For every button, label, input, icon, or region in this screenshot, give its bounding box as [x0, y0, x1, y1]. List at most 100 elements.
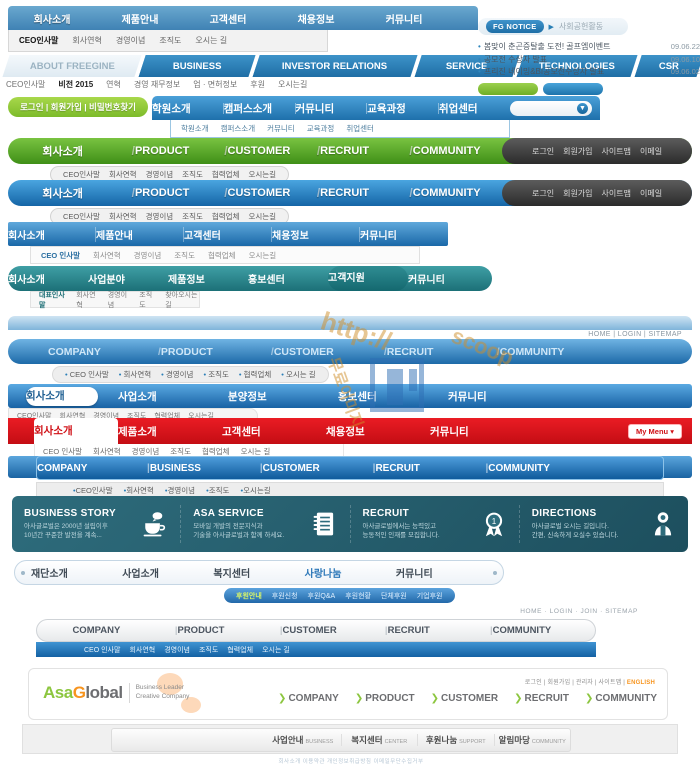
submenu-item[interactable]: 경영이념 — [134, 250, 162, 261]
utility-link[interactable]: 회원가입 — [563, 188, 592, 199]
nav-item[interactable]: 회사소개 — [8, 11, 96, 26]
nav-item[interactable]: COMMUNITY — [500, 346, 610, 358]
nav-item[interactable]: 커뮤니티 — [295, 101, 366, 116]
nav-item[interactable]: ❯ RECRUIT — [514, 693, 569, 704]
nav-item[interactable]: PRODUCT — [135, 187, 224, 199]
submenu-item[interactable]: 조직도 — [139, 290, 156, 310]
nav-item[interactable]: 재단소개 — [31, 565, 122, 580]
nav-item[interactable]: 회사소개 — [42, 185, 131, 201]
submenu-item[interactable]: 커뮤니티 — [267, 123, 295, 134]
nav-item[interactable]: PRODUCT — [177, 625, 279, 636]
submenu-item[interactable]: 오시는길 — [243, 486, 271, 495]
feature-cell-business-story[interactable]: BUSINESS STORY 아사글로벌은 2000년 설립이후 10년간 꾸준… — [12, 505, 182, 543]
utility-link[interactable]: 로그인 — [525, 680, 542, 686]
select-dropdown[interactable]: ▼ — [509, 100, 593, 116]
tab-center[interactable]: 복지센터 CENTER — [342, 734, 418, 746]
submenu-item[interactable]: 오시는 길 — [195, 35, 227, 46]
nav-item[interactable]: 분양정보 — [228, 389, 338, 404]
nav-item[interactable]: 커뮤니티 — [396, 565, 487, 580]
nav-item[interactable]: CUSTOMER — [283, 625, 385, 636]
nav-item[interactable]: 제품정보 — [168, 271, 248, 286]
submenu-item[interactable]: 조직도 — [159, 35, 181, 46]
feature-cell-directions[interactable]: DIRECTIONS 아사글로벌 오시는 길입니다. 간편, 신속하게 오실수 … — [520, 505, 688, 543]
submenu-item[interactable]: 오시는길 — [278, 79, 307, 90]
nav-item[interactable]: CUSTOMER — [263, 463, 373, 474]
nav-item[interactable]: COMMUNITY — [413, 145, 502, 157]
submenu-item[interactable]: 후원 — [250, 79, 265, 90]
nav-item[interactable]: COMPANY — [48, 346, 158, 358]
submenu-item[interactable]: 경영이념 — [164, 645, 190, 655]
submenu-item[interactable]: 오시는 길 — [286, 370, 316, 379]
utility-link[interactable]: 로그인 — [532, 146, 554, 157]
utility-links[interactable]: HOME · LOGIN · JOIN · SITEMAP — [0, 608, 700, 615]
utility-link[interactable]: 회원가입 — [563, 146, 592, 157]
submenu-item[interactable]: CEO인사말 — [76, 486, 113, 495]
nav-item[interactable]: 제품소개 — [118, 424, 222, 439]
nav-item[interactable]: ❯ COMMUNITY — [585, 693, 657, 704]
submenu-item[interactable]: CEO인사말 — [63, 211, 100, 222]
nav-item[interactable]: 회사소개 — [8, 271, 88, 286]
nav-item[interactable]: 고객센터 — [184, 226, 272, 242]
submenu-item[interactable]: 조직도 — [182, 169, 203, 180]
submenu-item[interactable]: 경영이념 — [166, 370, 194, 379]
nav-item[interactable]: 채용정보 — [326, 424, 430, 439]
utility-link[interactable]: 사이트맵 — [599, 680, 622, 686]
notice-item[interactable]: • 공모전 수상자 발표 09.06.10 — [478, 54, 700, 67]
utility-link[interactable]: 이메일 — [640, 146, 662, 157]
nav-item[interactable]: ❯ COMPANY — [278, 693, 339, 704]
nav-item[interactable]: ❯ CUSTOMER — [431, 693, 498, 704]
notice-header-link[interactable]: 사회공헌활동 — [559, 21, 603, 32]
submenu-item[interactable]: CEO 인사말 — [70, 370, 109, 379]
nav-item[interactable]: RECRUIT — [320, 187, 409, 199]
nav-item-active[interactable]: 사랑나눔 — [305, 565, 396, 580]
utility-link-english[interactable]: ENGLISH — [627, 680, 655, 686]
submenu-item[interactable]: 협력업체 — [208, 250, 236, 261]
tab-support[interactable]: 후원나눔 SUPPORT — [418, 734, 495, 746]
nav-item[interactable]: 커뮤니티 — [360, 11, 448, 26]
nav-item[interactable]: COMMUNITY — [413, 187, 502, 199]
nav-item[interactable]: COMPANY — [72, 625, 174, 636]
submenu-item[interactable]: 후원Q&A — [308, 591, 336, 601]
submenu-item[interactable]: 단체후원 — [381, 591, 407, 601]
nav-item[interactable]: 채용정보 — [272, 11, 360, 26]
submenu-item[interactable]: 회사연혁 — [129, 645, 155, 655]
nav-item[interactable]: 사업분야 — [88, 271, 168, 286]
nav-item[interactable]: BUSINESS — [136, 55, 256, 77]
submenu-item[interactable]: 후원안내 — [236, 591, 262, 601]
nav-item[interactable]: 취업센터 — [439, 101, 510, 116]
nav-item[interactable]: RECRUIT — [375, 463, 485, 474]
nav-item[interactable]: 회사소개 — [8, 226, 96, 242]
nav-item[interactable]: 고객센터 — [222, 424, 326, 439]
nav-item[interactable]: 커뮤니티 — [448, 389, 558, 404]
my-menu-button[interactable]: My Menu ▾ — [628, 423, 682, 439]
submenu-item[interactable]: 캠퍼스소개 — [221, 123, 256, 134]
nav-item[interactable]: 커뮤니티 — [430, 424, 534, 439]
nav-item[interactable]: CUSTOMER — [274, 346, 384, 358]
nav-item[interactable]: COMMUNITY — [493, 625, 595, 636]
submenu-item[interactable]: 회사연혁 — [126, 486, 154, 495]
nav-item[interactable]: RECRUIT — [388, 625, 490, 636]
utility-link[interactable]: 사이트맵 — [602, 188, 631, 199]
submenu-item[interactable]: CEO인사말 — [63, 169, 100, 180]
submenu-item[interactable]: 협력업체 — [244, 370, 272, 379]
nav-item[interactable]: 사업소개 — [118, 389, 228, 404]
submenu-item[interactable]: 회사연혁 — [72, 35, 101, 46]
submenu-item[interactable]: 오시는 길 — [262, 645, 290, 655]
nav-item[interactable]: 캠퍼스소개 — [224, 101, 295, 116]
submenu-item[interactable]: 협력업체 — [212, 169, 240, 180]
submenu-item[interactable]: 대표인사말 — [39, 290, 67, 310]
nav-item[interactable]: 회사소개 — [42, 143, 131, 159]
utility-link[interactable]: 관리자 — [576, 680, 593, 686]
submenu-item[interactable]: 조직도 — [208, 370, 229, 379]
submenu-item[interactable]: 회사연혁 — [109, 169, 137, 180]
nav-item[interactable]: 학원소개 — [152, 101, 223, 116]
nav-item[interactable]: 교육과정 — [367, 101, 438, 116]
nav-item[interactable]: CUSTOMER — [228, 187, 317, 199]
submenu-item[interactable]: 협력업체 — [227, 645, 253, 655]
notice-item[interactable]: • 봄맞이 춘곤증탈출 도전! 골프엠이벤트 09.06.22 — [478, 41, 700, 54]
submenu-item[interactable]: 찾아오시는길 — [165, 290, 199, 310]
nav-item[interactable]: 홍보센터 — [338, 389, 448, 404]
nav-item[interactable]: 커뮤니티 — [360, 227, 448, 242]
nav-item[interactable]: 복지센터 — [213, 565, 304, 580]
submenu-item[interactable]: 교육과정 — [307, 123, 335, 134]
